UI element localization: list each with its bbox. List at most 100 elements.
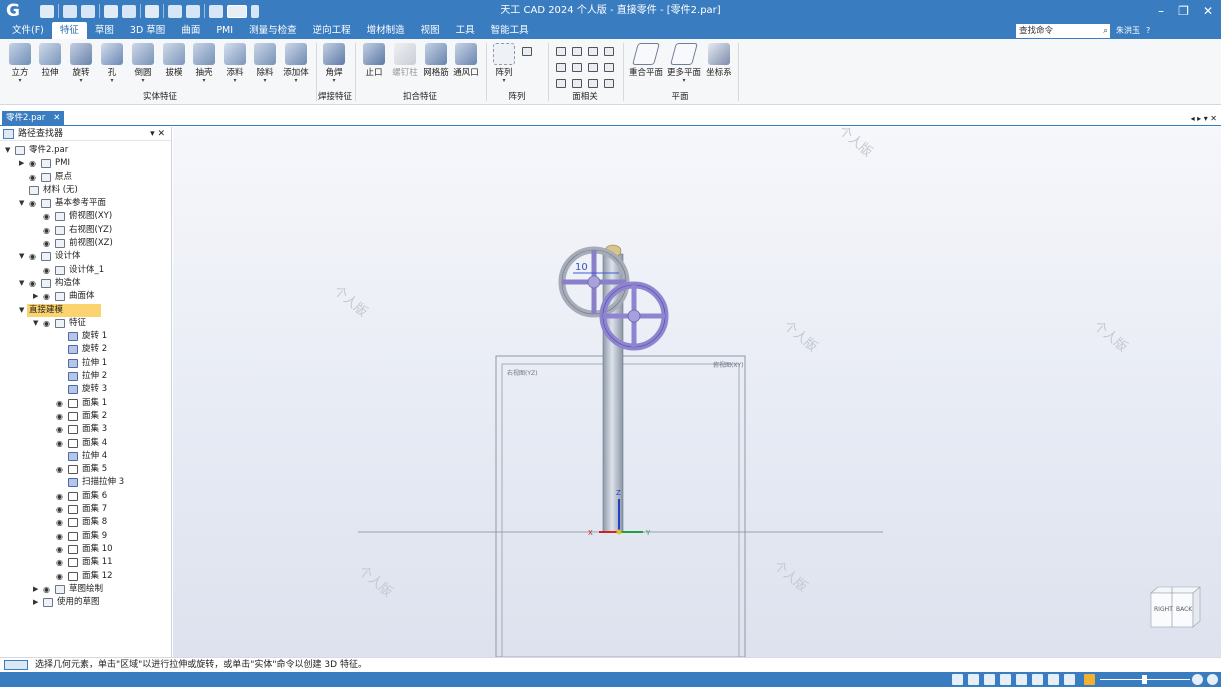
expand-icon[interactable]: ▶ (33, 596, 38, 609)
view-lights-icon[interactable] (1064, 674, 1075, 685)
view-rotate-icon[interactable] (1000, 674, 1011, 685)
tab-sketch[interactable]: 草图 (87, 22, 122, 39)
face-rotate-icon[interactable] (572, 47, 582, 56)
shell-button[interactable]: 抽壳 ▾ (190, 43, 218, 84)
face-relate-icon[interactable] (588, 63, 598, 72)
face-resize-icon[interactable] (572, 63, 582, 72)
tree-item[interactable]: ◉ 设计体_1 (0, 264, 171, 277)
user-name[interactable]: 朱洪玉 (1116, 22, 1140, 39)
face-tangent-icon[interactable] (572, 79, 582, 88)
face-plus-icon[interactable] (588, 79, 598, 88)
revolve-button[interactable]: 旋转 ▾ (67, 43, 95, 84)
tab-surface[interactable]: 曲面 (173, 22, 208, 39)
visibility-eye-icon[interactable]: ◉ (29, 250, 36, 263)
face-lock-icon[interactable] (604, 79, 614, 88)
visibility-eye-icon[interactable]: ◉ (56, 556, 63, 569)
visibility-eye-icon[interactable]: ◉ (29, 277, 36, 290)
tree-item[interactable]: 拉伸 2 (0, 370, 171, 383)
tree-item[interactable]: 拉伸 1 (0, 357, 171, 370)
view-zoom-icon[interactable] (968, 674, 979, 685)
view-color-icon[interactable] (1084, 674, 1095, 685)
visibility-eye-icon[interactable]: ◉ (29, 197, 36, 210)
tab-reverse[interactable]: 逆向工程 (305, 22, 359, 39)
tree-item[interactable]: 扫描拉伸 3 (0, 476, 171, 489)
command-search-input[interactable]: 查找命令 ⌕ (1016, 24, 1110, 38)
tree-item[interactable]: ▼ ◉ 设计体 (0, 250, 171, 263)
tab-view[interactable]: 视图 (413, 22, 448, 39)
tree-item[interactable]: ◉ 面集 11 (0, 556, 171, 569)
tree-item[interactable]: ▶ ◉ 草图绘制 (0, 583, 171, 596)
collapse-icon[interactable]: ▼ (33, 317, 38, 330)
tree-item[interactable]: ▶ ◉ PMI (0, 157, 171, 170)
visibility-eye-icon[interactable]: ◉ (56, 463, 63, 476)
tree-item[interactable]: ◉ 面集 7 (0, 503, 171, 516)
round-button[interactable]: 倒圆 ▾ (129, 43, 157, 84)
tree-item[interactable]: ▼ 直接建模 (0, 303, 171, 317)
visibility-eye-icon[interactable]: ◉ (29, 157, 36, 170)
document-tab[interactable]: 零件2.par ✕ (2, 111, 65, 126)
tree-item[interactable]: ▼ ◉ 基本参考平面 (0, 197, 171, 210)
tree-item[interactable]: 旋转 3 (0, 383, 171, 396)
visibility-eye-icon[interactable]: ◉ (56, 397, 63, 410)
tree-item[interactable]: ◉ 面集 4 (0, 437, 171, 450)
visibility-eye-icon[interactable]: ◉ (56, 423, 63, 436)
visibility-eye-icon[interactable]: ◉ (43, 237, 50, 250)
view-fit-icon[interactable] (952, 674, 963, 685)
tree-item[interactable]: ▶ 使用的草图 (0, 596, 171, 609)
tree-item[interactable]: ◉ 面集 10 (0, 543, 171, 556)
model-canvas[interactable]: 个人版 个人版 个人版 个人版 个人版 个人版 右视图(YZ) 俯视图(XY) (173, 127, 1221, 657)
zoom-slider-handle[interactable] (1142, 675, 1147, 684)
restore-button[interactable]: ❐ (1178, 0, 1189, 22)
expand-icon[interactable]: ▶ (19, 157, 24, 170)
tree-item[interactable]: ◉ 面集 2 (0, 410, 171, 423)
boss-button[interactable]: 螺钉柱 (391, 43, 419, 78)
hole-button[interactable]: 孔 ▾ (98, 43, 126, 84)
close-button[interactable]: ✕ (1203, 0, 1213, 22)
tab-smart-tools[interactable]: 智能工具 (483, 22, 537, 39)
visibility-eye-icon[interactable]: ◉ (43, 210, 50, 223)
collapse-icon[interactable]: ▼ (19, 304, 24, 317)
tree-item[interactable]: ◉ 面集 8 (0, 516, 171, 529)
visibility-eye-icon[interactable]: ◉ (43, 264, 50, 277)
tab-measure[interactable]: 测量与检查 (241, 22, 305, 39)
tab-pmi[interactable]: PMI (208, 22, 241, 39)
tab-navigation[interactable]: ◂ ▸ ▾ ✕ (1191, 111, 1217, 126)
zoom-out-icon[interactable] (1207, 674, 1218, 685)
zoom-in-icon[interactable] (1192, 674, 1203, 685)
visibility-eye-icon[interactable]: ◉ (56, 490, 63, 503)
vent-button[interactable]: 通风口 (452, 43, 480, 78)
add-body-button[interactable]: 添加体 ▾ (282, 43, 310, 84)
face-offset-icon[interactable] (588, 47, 598, 56)
view-orient-icon[interactable] (1016, 674, 1027, 685)
tree-item[interactable]: ◉ 前视图(XZ) (0, 237, 171, 250)
tree-item[interactable]: ◉ 面集 5 (0, 463, 171, 476)
graphics-viewport[interactable]: 个人版 个人版 个人版 个人版 个人版 个人版 右视图(YZ) 俯视图(XY) (173, 127, 1221, 657)
close-tab-icon[interactable]: ✕ (53, 111, 60, 126)
search-icon[interactable]: ⌕ (1103, 24, 1108, 38)
visibility-eye-icon[interactable]: ◉ (43, 583, 50, 596)
tab-additive[interactable]: 增材制造 (359, 22, 413, 39)
collapse-icon[interactable]: ▼ (5, 144, 10, 157)
tree-item[interactable]: ◉ 面集 9 (0, 530, 171, 543)
visibility-eye-icon[interactable]: ◉ (43, 290, 50, 303)
tree-item[interactable]: ▼ ◉ 构造体 (0, 277, 171, 290)
visibility-eye-icon[interactable]: ◉ (43, 224, 50, 237)
visibility-eye-icon[interactable]: ◉ (56, 530, 63, 543)
face-replace-icon[interactable] (556, 63, 566, 72)
more-planes-button[interactable]: 更多平面 ▾ (667, 43, 701, 84)
visibility-eye-icon[interactable]: ◉ (29, 171, 36, 184)
tree-item[interactable]: ▼ 零件2.par (0, 144, 171, 157)
coincident-plane-button[interactable]: 重合平面 (629, 43, 663, 78)
visibility-eye-icon[interactable]: ◉ (43, 317, 50, 330)
tree-item[interactable]: 材料 (无) (0, 184, 171, 197)
pattern-button[interactable]: 阵列 ▾ (490, 43, 518, 84)
face-delete-icon[interactable] (604, 47, 614, 56)
tab-features[interactable]: 特征 (51, 22, 87, 39)
expand-icon[interactable]: ▶ (33, 583, 38, 596)
cut-button[interactable]: 除料 ▾ (251, 43, 279, 84)
visibility-eye-icon[interactable]: ◉ (56, 570, 63, 583)
collapse-icon[interactable]: ▼ (19, 197, 24, 210)
lip-button[interactable]: 止口 (360, 43, 388, 78)
tree-item[interactable]: 旋转 1 (0, 330, 171, 343)
menu-file[interactable]: 文件(F) (4, 22, 52, 39)
